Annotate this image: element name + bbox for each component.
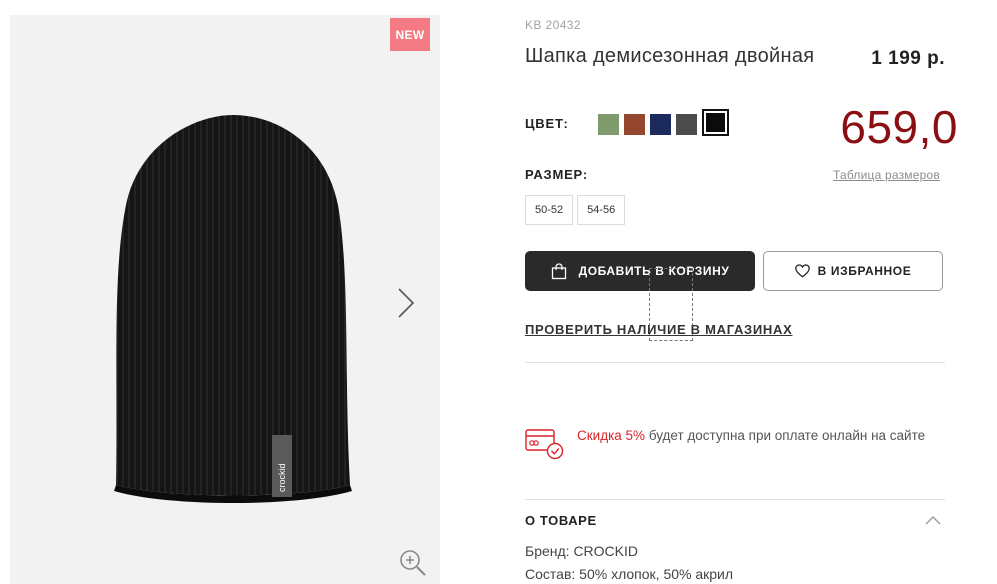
brand-tag-text: crockid — [277, 463, 287, 492]
color-swatch-green[interactable] — [598, 113, 619, 135]
product-gallery: NEW crockid — [10, 15, 440, 584]
color-swatch-navy[interactable] — [650, 113, 671, 135]
online-payment-promo: Скидка 5% будет доступна при оплате онла… — [577, 425, 927, 446]
new-badge: NEW — [390, 18, 430, 51]
attribute-brand: Бренд: CROCKID — [525, 543, 638, 559]
size-label: РАЗМЕР: — [525, 167, 588, 182]
color-swatch-black-selected[interactable] — [702, 109, 729, 136]
old-price: 1 199 р. — [871, 48, 945, 69]
add-to-favorites-button[interactable]: В ИЗБРАННОЕ — [763, 251, 943, 291]
credit-card-check-icon — [525, 429, 564, 460]
product-title: Шапка демисезонная двойная — [525, 45, 815, 67]
color-swatch-gray[interactable] — [676, 113, 697, 135]
promo-text: будет доступна при оплате онлайн на сайт… — [645, 428, 926, 443]
sale-price: 659,0 — [840, 101, 958, 153]
size-option[interactable]: 50-52 — [525, 195, 574, 225]
heart-icon — [794, 264, 810, 278]
about-product-heading[interactable]: О ТОВАРЕ — [525, 513, 597, 528]
attribute-composition: Состав: 50% хлопок, 50% акрил — [525, 566, 734, 582]
size-option[interactable]: 54-56 — [577, 195, 626, 225]
favorites-label: В ИЗБРАННОЕ — [817, 264, 912, 278]
size-options: 50-52 54-56 — [525, 195, 626, 225]
color-swatch-brown[interactable] — [624, 113, 645, 135]
color-swatches — [598, 109, 729, 136]
product-image: crockid — [114, 115, 352, 503]
chevron-up-icon[interactable] — [924, 514, 942, 526]
shopping-bag-icon — [551, 262, 566, 279]
zoom-icon[interactable] — [398, 548, 428, 578]
add-to-cart-button[interactable]: ДОБАВИТЬ В КОРЗИНУ — [525, 251, 755, 291]
check-store-availability-link[interactable]: ПРОВЕРИТЬ НАЛИЧИЕ В МАГАЗИНАХ — [525, 322, 792, 337]
size-table-link[interactable]: Таблица размеров — [833, 168, 940, 182]
next-image-arrow-icon[interactable] — [394, 285, 418, 321]
promo-highlight: Скидка 5% — [577, 428, 646, 443]
product-sku: KB 20432 — [525, 18, 581, 32]
color-label: ЦВЕТ: — [525, 116, 569, 131]
divider — [525, 362, 945, 363]
add-to-cart-label: ДОБАВИТЬ В КОРЗИНУ — [578, 264, 730, 278]
divider — [525, 499, 945, 500]
